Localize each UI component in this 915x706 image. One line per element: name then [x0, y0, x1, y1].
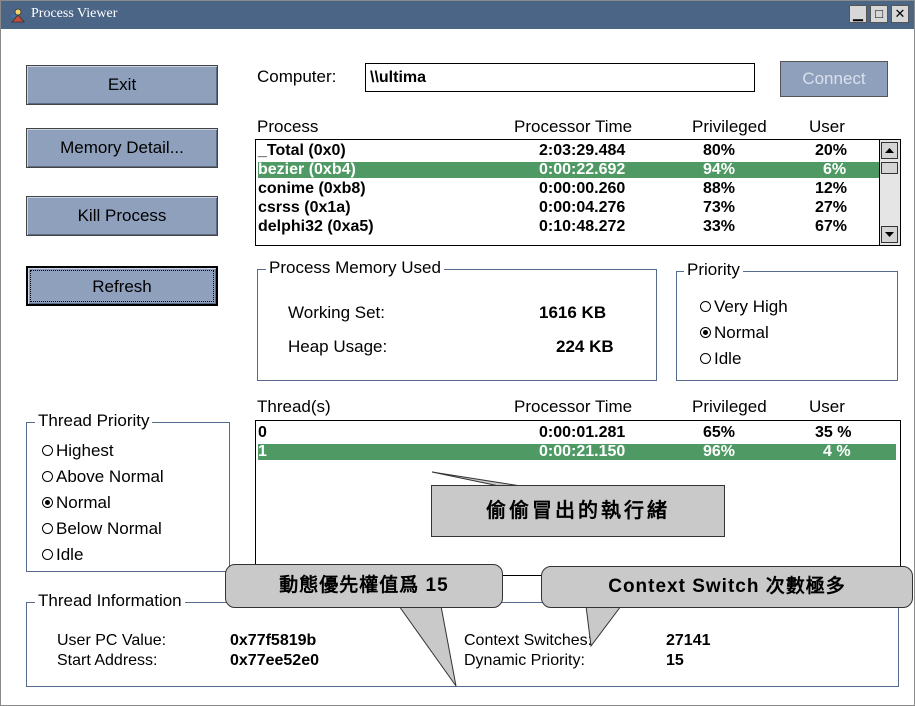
callout-thread: 偷偷冒出的執行緒: [431, 485, 725, 537]
process-viewer-window: Process Viewer ▁ □ ✕ Exit Memory Detail.…: [0, 0, 915, 706]
callout-dynamic-priority: 動態優先權值爲 15: [225, 564, 503, 608]
callout-context-switch: Context Switch 次數極多: [541, 566, 913, 608]
